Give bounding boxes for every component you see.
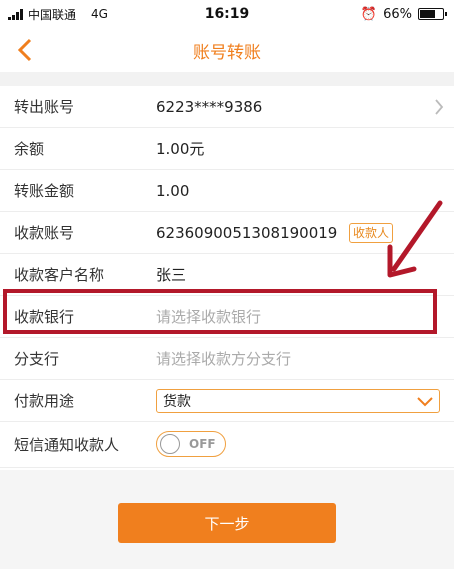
toggle-knob xyxy=(160,434,180,454)
branch-select[interactable]: 请选择收款方分支行 xyxy=(156,348,291,369)
purpose-dropdown[interactable]: 货款 xyxy=(156,389,440,413)
row-purpose: 付款用途 货款 xyxy=(0,380,454,422)
from-account-value: 6223****9386 xyxy=(156,97,263,116)
branch-label: 分支行 xyxy=(14,350,60,368)
balance-value: 1.00元 xyxy=(156,140,205,158)
nav-bar: 账号转账 xyxy=(0,28,454,72)
battery-percent: 66% xyxy=(383,6,412,22)
arrow-icon xyxy=(387,200,443,278)
page-title: 账号转账 xyxy=(193,42,261,63)
sms-notify-toggle[interactable]: OFF xyxy=(156,431,226,457)
section-gap xyxy=(0,72,454,86)
payee-account-input[interactable]: 6236090051308190019 xyxy=(156,224,337,242)
balance-label: 余额 xyxy=(14,140,45,158)
purpose-selected: 货款 xyxy=(163,394,191,410)
bottom-area: 下一步 xyxy=(0,470,454,569)
row-branch[interactable]: 分支行 请选择收款方分支行 xyxy=(0,338,454,380)
amount-label: 转账金额 xyxy=(14,182,75,200)
row-sms-notify: 短信通知收款人 OFF xyxy=(0,422,454,468)
back-button[interactable] xyxy=(10,34,40,66)
amount-input[interactable]: 1.00 xyxy=(156,182,189,200)
chevron-down-icon xyxy=(417,397,433,407)
chevron-right-icon xyxy=(435,99,444,115)
payee-account-label: 收款账号 xyxy=(14,224,75,242)
row-balance: 余额 1.00元 xyxy=(0,128,454,170)
payee-name-input[interactable]: 张三 xyxy=(156,264,186,285)
status-right: ⏰ 66% xyxy=(360,6,447,22)
next-step-button[interactable]: 下一步 xyxy=(118,503,336,543)
payee-name-label: 收款客户名称 xyxy=(14,266,105,284)
status-bar: 中国联通 4G 16:19 ⏰ 66% xyxy=(0,0,454,28)
from-account-label: 转出账号 xyxy=(14,98,75,116)
annotation-highlight-box xyxy=(3,289,437,334)
battery-icon xyxy=(418,8,447,20)
row-from-account[interactable]: 转出账号 6223****9386 xyxy=(0,86,454,128)
sms-notify-label: 短信通知收款人 xyxy=(14,436,120,454)
toggle-state: OFF xyxy=(189,437,216,451)
purpose-label: 付款用途 xyxy=(14,392,75,410)
alarm-icon: ⏰ xyxy=(360,6,378,22)
battery-fill xyxy=(420,10,435,18)
chevron-left-icon xyxy=(17,38,32,62)
